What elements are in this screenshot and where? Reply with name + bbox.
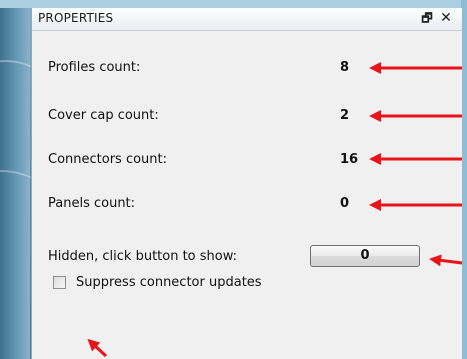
hidden-label: Hidden, click button to show: bbox=[48, 249, 238, 264]
connectors-count-label: Connectors count: bbox=[48, 152, 168, 167]
cover-cap-count-value: 2 bbox=[340, 108, 350, 123]
profiles-count-value: 8 bbox=[340, 60, 350, 75]
panel-title: PROPERTIES bbox=[38, 11, 114, 25]
panel-titlebar[interactable]: PROPERTIES 🗗 ✕ bbox=[32, 8, 462, 31]
connectors-count-value: 16 bbox=[340, 152, 359, 167]
suppress-connector-updates-label: Suppress connector updates bbox=[76, 275, 262, 290]
cover-cap-count-label: Cover cap count: bbox=[48, 108, 159, 123]
screenshot-stage: PROPERTIES 🗗 ✕ Profiles count: 8 Cover c… bbox=[0, 0, 467, 359]
restore-window-icon[interactable]: 🗗 bbox=[419, 10, 435, 27]
close-icon[interactable]: ✕ bbox=[438, 10, 454, 27]
window-top-edge bbox=[0, 0, 467, 8]
panels-count-value: 0 bbox=[340, 196, 350, 211]
properties-panel: PROPERTIES 🗗 ✕ Profiles count: 8 Cover c… bbox=[31, 8, 462, 359]
panels-count-label: Panels count: bbox=[48, 196, 136, 211]
suppress-connector-updates-checkbox[interactable] bbox=[53, 276, 66, 289]
show-hidden-button[interactable]: 0 bbox=[310, 245, 420, 267]
profiles-count-label: Profiles count: bbox=[48, 60, 141, 75]
